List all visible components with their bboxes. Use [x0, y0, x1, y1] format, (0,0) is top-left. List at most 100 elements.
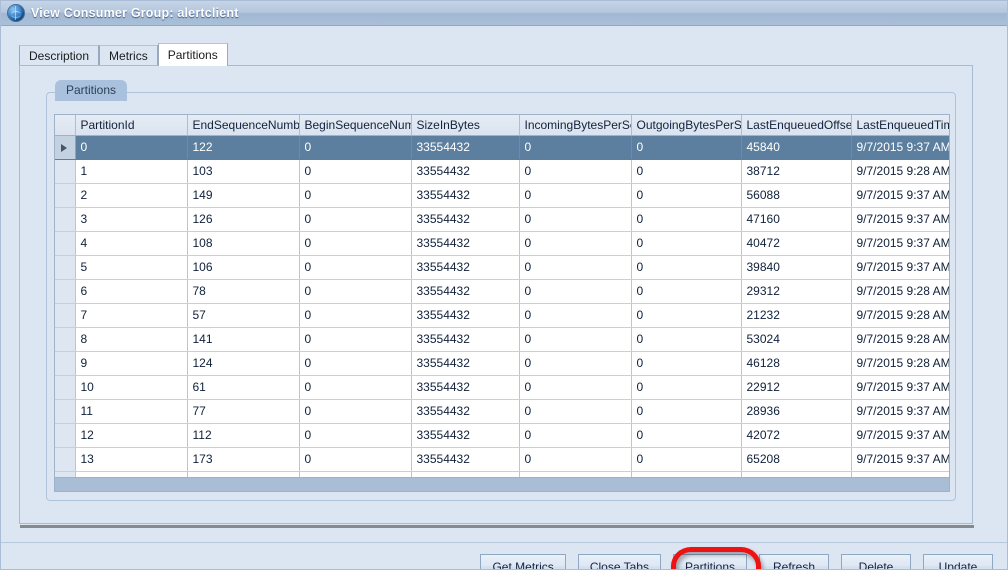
table-row[interactable]: 4 108 0 33554432 0 0 40472 9/7/2015 9:37 AM	[55, 231, 949, 256]
table-cell[interactable]: 0	[519, 231, 632, 256]
table-cell[interactable]: 0	[299, 375, 412, 400]
table-cell[interactable]: 0	[519, 303, 632, 328]
table-cell[interactable]: 0	[299, 255, 412, 280]
table-row[interactable]: 13 173 0 33554432 0 0 65208 9/7/2015 9:37 AM	[55, 447, 949, 472]
table-row[interactable]: 6 78 0 33554432 0 0 29312 9/7/2015 9:28 AM	[55, 279, 949, 304]
table-cell[interactable]: 0	[631, 255, 742, 280]
table-cell[interactable]: 0	[631, 327, 742, 352]
table-cell[interactable]: 1	[75, 159, 188, 184]
table-cell[interactable]: 141	[187, 327, 300, 352]
table-cell[interactable]: 0	[519, 327, 632, 352]
close-tabs-button[interactable]: Close Tabs	[577, 554, 661, 569]
get-metrics-button[interactable]: Get Metrics	[480, 554, 566, 569]
table-cell[interactable]: 65208	[741, 447, 852, 472]
table-cell[interactable]: 47160	[741, 207, 852, 232]
table-cell[interactable]: 10	[75, 375, 188, 400]
table-cell[interactable]: 33554432	[411, 375, 520, 400]
table-cell[interactable]: 9/7/2015 9:37 AM	[851, 183, 949, 208]
table-cell[interactable]: 0	[631, 399, 742, 424]
table-row[interactable]: 1 103 0 33554432 0 0 38712 9/7/2015 9:28 AM	[55, 159, 949, 184]
table-cell[interactable]: 33554432	[411, 303, 520, 328]
table-cell[interactable]: 0	[299, 399, 412, 424]
table-cell[interactable]: 0	[631, 183, 742, 208]
table-cell[interactable]: 0	[299, 279, 412, 304]
table-cell[interactable]: 0	[519, 447, 632, 472]
table-cell[interactable]: 21232	[741, 303, 852, 328]
table-cell[interactable]: 33554432	[411, 327, 520, 352]
table-cell[interactable]: 9/7/2015 9:37 AM	[851, 231, 949, 256]
table-cell[interactable]: 0	[519, 159, 632, 184]
table-cell[interactable]: 33554432	[411, 399, 520, 424]
table-cell[interactable]: 122	[187, 135, 300, 160]
table-cell[interactable]: 0	[631, 135, 742, 160]
table-cell[interactable]: 0	[519, 255, 632, 280]
table-cell[interactable]: 112	[187, 423, 300, 448]
column-header-incomingbytespersec[interactable]: IncomingBytesPerSec	[519, 115, 632, 136]
table-cell[interactable]: 4	[75, 231, 188, 256]
table-cell[interactable]: 106	[187, 255, 300, 280]
table-cell[interactable]: 0	[299, 327, 412, 352]
table-cell[interactable]: 12	[75, 423, 188, 448]
table-cell[interactable]: 9/7/2015 9:28 AM	[851, 159, 949, 184]
table-cell[interactable]: 0	[519, 399, 632, 424]
table-row[interactable]: 10 61 0 33554432 0 0 22912 9/7/2015 9:37 AM	[55, 375, 949, 400]
tab-description[interactable]: Description	[19, 45, 100, 65]
row-selector-cell[interactable]	[55, 399, 76, 424]
table-cell[interactable]: 42072	[741, 423, 852, 448]
table-cell[interactable]: 39840	[741, 255, 852, 280]
table-cell[interactable]: 29312	[741, 279, 852, 304]
table-cell[interactable]: 33554432	[411, 135, 520, 160]
table-cell[interactable]: 38712	[741, 159, 852, 184]
row-selector-cell[interactable]	[55, 183, 76, 208]
column-header-sizeinbytes[interactable]: SizeInBytes	[411, 115, 520, 136]
table-cell[interactable]: 9/7/2015 9:37 AM	[851, 135, 949, 160]
table-cell[interactable]: 2	[75, 183, 188, 208]
table-cell[interactable]: 7	[75, 303, 188, 328]
table-cell[interactable]: 9/7/2015 9:37 AM	[851, 375, 949, 400]
table-cell[interactable]: 22912	[741, 375, 852, 400]
row-selector-cell[interactable]	[55, 327, 76, 352]
table-cell[interactable]: 103	[187, 159, 300, 184]
table-row[interactable]: 3 126 0 33554432 0 0 47160 9/7/2015 9:37 AM	[55, 207, 949, 232]
table-cell[interactable]: 0	[631, 375, 742, 400]
table-row[interactable]: 12 112 0 33554432 0 0 42072 9/7/2015 9:37 AM	[55, 423, 949, 448]
table-cell[interactable]: 0	[519, 183, 632, 208]
table-cell[interactable]: 11	[75, 399, 188, 424]
table-cell[interactable]: 8	[75, 327, 188, 352]
table-cell[interactable]: 40472	[741, 231, 852, 256]
tab-metrics[interactable]: Metrics	[99, 45, 158, 65]
table-cell[interactable]: 77	[187, 399, 300, 424]
row-selector-cell[interactable]	[55, 255, 76, 280]
row-selector-cell[interactable]	[55, 135, 76, 160]
table-cell[interactable]: 0	[631, 303, 742, 328]
table-cell[interactable]: 33554432	[411, 279, 520, 304]
table-cell[interactable]: 0	[299, 159, 412, 184]
table-cell[interactable]: 0	[299, 135, 412, 160]
table-cell[interactable]: 149	[187, 183, 300, 208]
table-cell[interactable]: 9/7/2015 9:28 AM	[851, 279, 949, 304]
partitions-grid[interactable]: PartitionId EndSequenceNumbe BeginSequen…	[54, 114, 950, 492]
table-cell[interactable]: 0	[519, 135, 632, 160]
table-cell[interactable]: 3	[75, 207, 188, 232]
table-cell[interactable]: 124	[187, 351, 300, 376]
table-cell[interactable]: 33554432	[411, 159, 520, 184]
table-row[interactable]: 2 149 0 33554432 0 0 56088 9/7/2015 9:37 AM	[55, 183, 949, 208]
table-cell[interactable]: 108	[187, 231, 300, 256]
row-selector-cell[interactable]	[55, 231, 76, 256]
table-cell[interactable]: 0	[631, 447, 742, 472]
table-cell[interactable]: 9/7/2015 9:37 AM	[851, 207, 949, 232]
column-header-outgoingbytespersec[interactable]: OutgoingBytesPerSec	[631, 115, 742, 136]
table-cell[interactable]: 0	[299, 231, 412, 256]
table-cell[interactable]: 9/7/2015 9:28 AM	[851, 351, 949, 376]
table-cell[interactable]: 6	[75, 279, 188, 304]
table-cell[interactable]: 46128	[741, 351, 852, 376]
row-selector-cell[interactable]	[55, 207, 76, 232]
table-cell[interactable]: 13	[75, 447, 188, 472]
table-cell[interactable]: 33554432	[411, 351, 520, 376]
row-selector-cell[interactable]	[55, 351, 76, 376]
table-cell[interactable]: 9/7/2015 9:37 AM	[851, 399, 949, 424]
table-cell[interactable]: 45840	[741, 135, 852, 160]
column-header-beginsequencenumber[interactable]: BeginSequenceNumb	[299, 115, 412, 136]
table-cell[interactable]: 9/7/2015 9:37 AM	[851, 423, 949, 448]
table-cell[interactable]: 0	[519, 375, 632, 400]
